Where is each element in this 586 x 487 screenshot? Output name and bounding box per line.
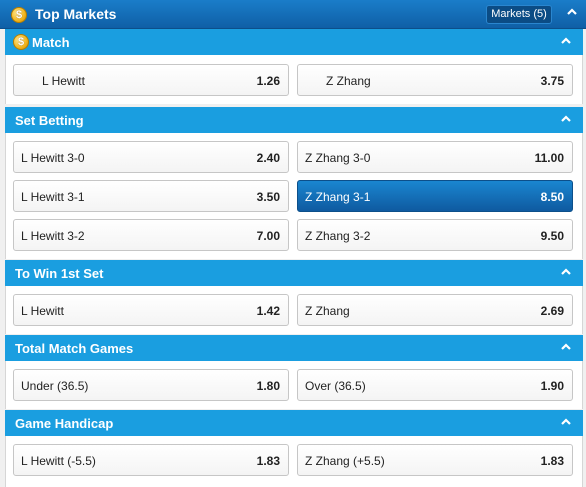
selection-odds: 7.00 (256, 229, 280, 243)
section-panel-to-win-1st-set: L Hewitt 1.42 Z Zhang 2.69 (5, 286, 583, 334)
selection-odds: 1.90 (540, 379, 564, 393)
selection-odds: 1.80 (256, 379, 280, 393)
chevron-up-icon[interactable] (561, 418, 571, 425)
selection-button[interactable]: L Hewitt (-5.5) 1.83 (13, 444, 289, 476)
selection-odds: 11.00 (534, 151, 564, 165)
selection-odds: 2.69 (540, 304, 564, 318)
selection-name: L Hewitt 3-1 (21, 190, 85, 204)
selection-name: Z Zhang 3-1 (305, 190, 371, 204)
selection-odds: 8.50 (540, 190, 564, 204)
selection-button[interactable]: Z Zhang 3-2 9.50 (297, 219, 573, 251)
selection-name: L Hewitt (21, 304, 64, 318)
selection-button[interactable]: Under (36.5) 1.80 (13, 369, 289, 401)
selection-name: Z Zhang 3-0 (305, 151, 371, 165)
section-header-game-handicap[interactable]: Game Handicap (5, 410, 583, 436)
section-title: Total Match Games (15, 341, 134, 356)
section-title: Set Betting (15, 113, 84, 128)
top-markets-title: Top Markets (35, 6, 117, 22)
chevron-up-icon[interactable] (561, 115, 571, 122)
coin-icon: $ (13, 34, 29, 50)
section-header-to-win-1st-set[interactable]: To Win 1st Set (5, 260, 583, 286)
selection-button[interactable]: L Hewitt 3-2 7.00 (13, 219, 289, 251)
selection-button[interactable]: L Hewitt 3-0 2.40 (13, 141, 289, 173)
section-title: Game Handicap (15, 416, 114, 431)
selection-odds: 1.42 (256, 304, 280, 318)
selection-name: L Hewitt (-5.5) (21, 454, 96, 468)
section-panel-game-handicap: L Hewitt (-5.5) 1.83 Z Zhang (+5.5) 1.83 (5, 436, 583, 487)
selection-button[interactable]: Z Zhang 3-0 11.00 (297, 141, 573, 173)
section-title: Match (32, 35, 70, 50)
section-panel-set-betting: L Hewitt 3-0 2.40 Z Zhang 3-0 11.00 L He… (5, 133, 583, 259)
selection-button-selected[interactable]: Z Zhang 3-1 8.50 (297, 180, 573, 212)
top-markets-bar: $ Top Markets Markets (5) (0, 0, 586, 29)
selection-button[interactable]: Z Zhang 2.69 (297, 294, 573, 326)
chevron-up-icon[interactable] (561, 37, 571, 44)
chevron-up-icon[interactable] (561, 343, 571, 350)
selection-odds: 9.50 (540, 229, 564, 243)
selection-name: Z Zhang (305, 304, 350, 318)
selection-name: L Hewitt 3-0 (21, 151, 85, 165)
section-header-total-match-games[interactable]: Total Match Games (5, 335, 583, 361)
selection-name: Z Zhang (+5.5) (305, 454, 385, 468)
section-header-match[interactable]: $ Match (5, 29, 583, 55)
section-panel-total-match-games: Under (36.5) 1.80 Over (36.5) 1.90 (5, 361, 583, 409)
selection-button[interactable]: Z Zhang (+5.5) 1.83 (297, 444, 573, 476)
selection-name: Over (36.5) (305, 379, 366, 393)
markets-dropdown-button[interactable]: Markets (5) (486, 5, 552, 24)
chevron-up-icon[interactable] (561, 268, 571, 275)
section-panel-match: L Hewitt 1.26 Z Zhang 3.75 (5, 55, 583, 104)
coin-icon: $ (11, 7, 27, 23)
chevron-up-icon[interactable] (567, 8, 577, 15)
selection-odds: 1.83 (256, 454, 280, 468)
selection-name: Z Zhang 3-2 (305, 229, 371, 243)
selection-odds: 1.83 (540, 454, 564, 468)
selection-name: L Hewitt 3-2 (21, 229, 85, 243)
selection-button[interactable]: L Hewitt 1.26 (13, 64, 289, 96)
section-title: To Win 1st Set (15, 266, 104, 281)
selection-name: L Hewitt (42, 74, 85, 88)
selection-button[interactable]: Z Zhang 3.75 (297, 64, 573, 96)
section-header-set-betting[interactable]: Set Betting (5, 107, 583, 133)
selection-odds: 2.40 (256, 151, 280, 165)
selection-name: Z Zhang (326, 74, 371, 88)
selection-odds: 3.50 (256, 190, 280, 204)
selection-odds: 1.26 (256, 74, 280, 88)
selection-name: Under (36.5) (21, 379, 89, 393)
selection-button[interactable]: L Hewitt 1.42 (13, 294, 289, 326)
selection-button[interactable]: L Hewitt 3-1 3.50 (13, 180, 289, 212)
selection-button[interactable]: Over (36.5) 1.90 (297, 369, 573, 401)
selection-odds: 3.75 (540, 74, 564, 88)
